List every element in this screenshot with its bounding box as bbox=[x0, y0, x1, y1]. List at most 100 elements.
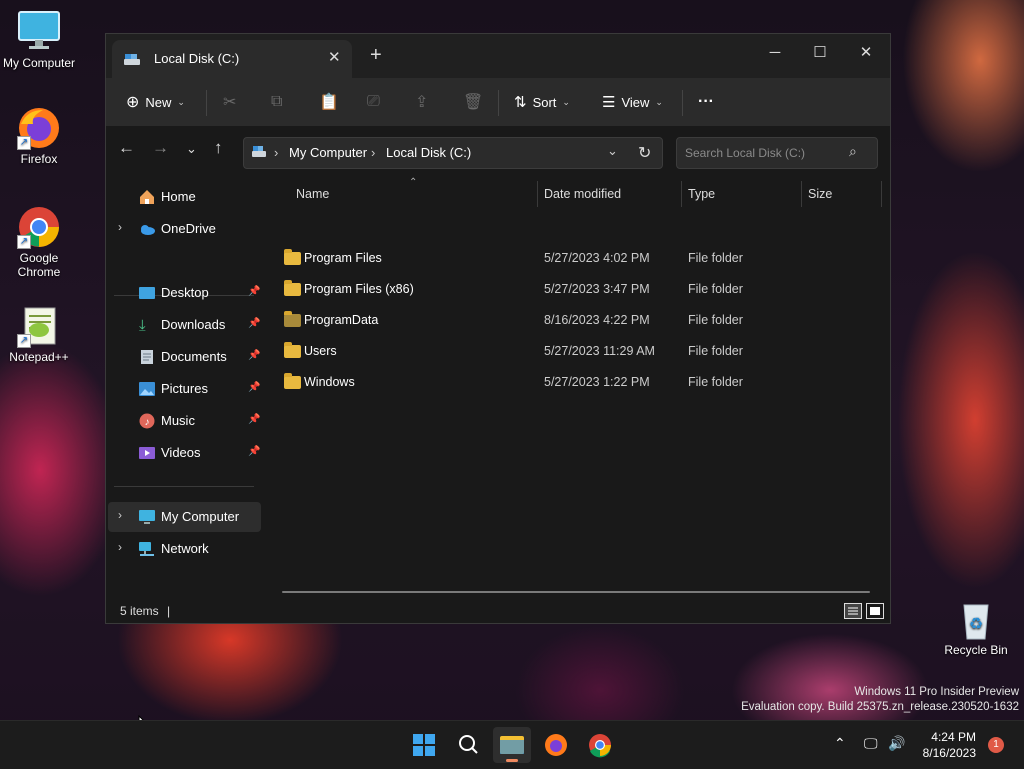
details-view-button[interactable] bbox=[844, 603, 862, 619]
cut-button[interactable]: ✂ bbox=[223, 90, 236, 114]
nav-item-home[interactable]: Home bbox=[108, 182, 261, 212]
tab-title: Local Disk (C:) bbox=[154, 51, 240, 66]
column-header-name[interactable]: Name bbox=[296, 187, 329, 201]
forward-button[interactable]: → bbox=[152, 138, 169, 158]
nav-item-pictures[interactable]: Pictures 📌 bbox=[108, 374, 261, 404]
more-options-button[interactable]: ··· bbox=[698, 90, 714, 114]
command-bar: ⊕ New ⌄ ✂ ⧉ 📋 ⎚ ⇪ 🗑 ⇅ Sort ⌄ ☰ View ⌄ ··… bbox=[106, 78, 890, 127]
tab-close-icon[interactable]: ✕ bbox=[328, 48, 341, 66]
breadcrumb-local-disk[interactable]: Local Disk (C:) bbox=[386, 145, 471, 160]
minimize-button[interactable]: ─ bbox=[760, 40, 790, 66]
pin-icon: 📌 bbox=[248, 446, 261, 457]
new-tab-button[interactable]: + bbox=[370, 44, 382, 67]
ellipsis-icon: ··· bbox=[698, 93, 714, 110]
expand-chevron-icon[interactable]: › bbox=[118, 540, 122, 554]
file-row[interactable]: Windows 5/27/2023 1:22 PM File folder bbox=[276, 369, 876, 397]
column-header-type[interactable]: Type bbox=[688, 187, 715, 201]
delete-button[interactable]: 🗑 bbox=[463, 90, 483, 114]
nav-item-network[interactable]: › Network bbox=[108, 534, 261, 564]
column-header-size[interactable]: Size bbox=[808, 187, 832, 201]
column-divider[interactable] bbox=[681, 181, 682, 207]
plus-circle-icon: ⊕ bbox=[126, 94, 140, 111]
file-date: 5/27/2023 1:22 PM bbox=[544, 375, 650, 389]
nav-item-videos[interactable]: Videos 📌 bbox=[108, 438, 261, 468]
nav-label: Videos bbox=[161, 445, 201, 460]
horizontal-scrollbar[interactable] bbox=[282, 591, 870, 593]
copy-button[interactable]: ⧉ bbox=[271, 90, 282, 114]
firefox-taskbar-button[interactable] bbox=[537, 727, 575, 763]
nav-item-my-computer[interactable]: › My Computer bbox=[108, 502, 261, 532]
column-header-date[interactable]: Date modified bbox=[544, 187, 621, 201]
chrome-taskbar-button[interactable] bbox=[581, 727, 619, 763]
nav-label: Home bbox=[161, 189, 196, 204]
up-button[interactable]: ↑ bbox=[214, 138, 223, 158]
desktop-icon-chrome[interactable]: ↗ Google Chrome bbox=[1, 205, 77, 279]
nav-label: Network bbox=[161, 541, 209, 556]
nav-item-desktop[interactable]: Desktop 📌 bbox=[108, 278, 261, 308]
close-window-button[interactable]: ✕ bbox=[851, 40, 881, 66]
back-button[interactable]: ← bbox=[118, 138, 135, 158]
breadcrumb-my-computer[interactable]: My Computer bbox=[289, 145, 367, 160]
music-icon: ♪ bbox=[139, 413, 155, 429]
volume-icon[interactable]: 🔊 bbox=[888, 735, 905, 752]
clock-date: 8/16/2023 bbox=[922, 746, 976, 760]
pin-icon: 📌 bbox=[248, 414, 261, 425]
rename-button[interactable]: ⎚ bbox=[367, 90, 380, 114]
sort-arrows-icon: ⇅ bbox=[514, 94, 527, 111]
chrome-icon: ↗ bbox=[17, 205, 61, 249]
maximize-button[interactable]: ☐ bbox=[805, 40, 835, 66]
firefox-icon bbox=[545, 734, 567, 756]
column-divider[interactable] bbox=[881, 181, 882, 207]
firefox-icon: ↗ bbox=[17, 106, 61, 150]
watermark-line-2: Evaluation copy. Build 25375.zn_release.… bbox=[741, 701, 1019, 713]
desktop-icon-notepadpp[interactable]: ↗ Notepad++ bbox=[1, 304, 77, 364]
recent-locations-button[interactable]: ⌄ bbox=[186, 141, 197, 157]
file-row[interactable]: Users 5/27/2023 11:29 AM File folder bbox=[276, 338, 876, 366]
address-history-chevron-icon[interactable]: ⌄ bbox=[607, 143, 618, 159]
network-status-icon[interactable]: 🖵 bbox=[864, 735, 878, 752]
share-button[interactable]: ⇪ bbox=[415, 90, 428, 114]
show-hidden-icons-chevron-icon[interactable]: ⌃ bbox=[834, 735, 846, 752]
new-label: New bbox=[145, 94, 172, 110]
start-button[interactable] bbox=[405, 727, 443, 763]
toolbar-divider bbox=[682, 90, 683, 116]
nav-item-onedrive[interactable]: › OneDrive bbox=[108, 214, 261, 244]
nav-item-music[interactable]: ♪ Music 📌 bbox=[108, 406, 261, 436]
file-name: Program Files bbox=[304, 251, 382, 265]
desktop-icon-my-computer[interactable]: My Computer bbox=[1, 10, 77, 70]
search-input[interactable]: Search Local Disk (C:) ⌕ bbox=[676, 137, 878, 169]
desktop-icon-recycle-bin[interactable]: ♻ Recycle Bin bbox=[936, 597, 1016, 657]
paste-button[interactable]: 📋 bbox=[319, 90, 339, 114]
view-button[interactable]: ☰ View ⌄ bbox=[602, 90, 663, 114]
file-row[interactable]: ProgramData 8/16/2023 4:22 PM File folde… bbox=[276, 307, 876, 335]
large-icons-view-button[interactable] bbox=[866, 603, 884, 619]
file-date: 5/27/2023 11:29 AM bbox=[544, 344, 655, 358]
notepadpp-icon: ↗ bbox=[17, 304, 61, 348]
clock[interactable]: 4:24 PM 8/16/2023 bbox=[918, 729, 976, 761]
folder-icon bbox=[284, 311, 301, 327]
file-explorer-taskbar-button[interactable] bbox=[493, 727, 531, 763]
toolbar-divider bbox=[498, 90, 499, 116]
address-bar[interactable]: › My Computer › Local Disk (C:) ⌄ ↻ bbox=[243, 137, 663, 169]
file-row[interactable]: Program Files 5/27/2023 4:02 PM File fol… bbox=[276, 245, 876, 273]
sort-button[interactable]: ⇅ Sort ⌄ bbox=[514, 90, 570, 114]
column-divider[interactable] bbox=[801, 181, 802, 207]
notification-badge[interactable]: 1 bbox=[988, 737, 1004, 753]
taskbar: ⌃ 🖵 🔊 4:24 PM 8/16/2023 1 bbox=[0, 720, 1024, 769]
trash-icon: 🗑 bbox=[463, 94, 484, 111]
search-taskbar-button[interactable] bbox=[449, 727, 487, 763]
navigation-pane: Home › OneDrive Desktop 📌 ⤓ Downloads 📌 … bbox=[106, 177, 264, 596]
pin-icon: 📌 bbox=[248, 286, 261, 297]
nav-item-downloads[interactable]: ⤓ Downloads 📌 bbox=[108, 310, 261, 340]
new-button[interactable]: ⊕ New ⌄ bbox=[126, 90, 185, 114]
tab-local-disk[interactable]: Local Disk (C:) ✕ bbox=[112, 40, 352, 78]
file-row[interactable]: Program Files (x86) 5/27/2023 3:47 PM Fi… bbox=[276, 276, 876, 304]
desktop-icon-firefox[interactable]: ↗ Firefox bbox=[1, 106, 77, 166]
expand-chevron-icon[interactable]: › bbox=[118, 220, 122, 234]
file-type: File folder bbox=[688, 344, 743, 358]
column-divider[interactable] bbox=[537, 181, 538, 207]
refresh-icon[interactable]: ↻ bbox=[638, 143, 651, 163]
nav-item-documents[interactable]: Documents 📌 bbox=[108, 342, 261, 372]
expand-chevron-icon[interactable]: › bbox=[118, 508, 122, 522]
file-name: Program Files (x86) bbox=[304, 282, 414, 296]
